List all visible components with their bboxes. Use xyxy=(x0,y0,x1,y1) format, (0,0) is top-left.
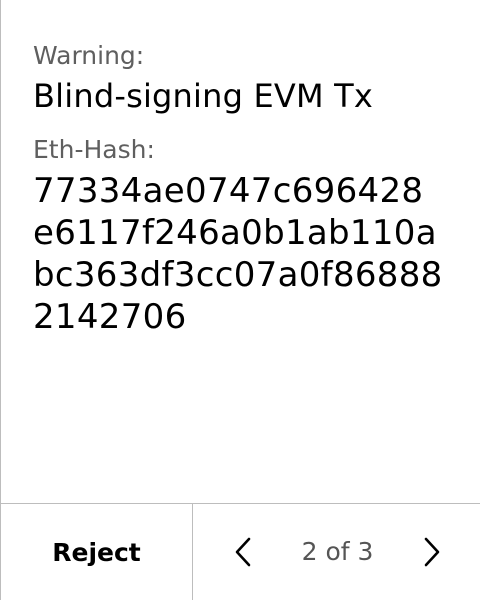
pagination: 2 of 3 xyxy=(193,504,480,600)
reject-button[interactable]: Reject xyxy=(1,504,193,600)
hash-value: 77334ae0747c696428e6117f246a0b1ab110abc3… xyxy=(33,171,443,337)
chevron-left-icon xyxy=(235,537,251,567)
review-screen: Warning: Blind-signing EVM Tx Eth-Hash: … xyxy=(0,0,480,600)
page-indicator: 2 of 3 xyxy=(301,537,374,566)
hash-label: Eth-Hash: xyxy=(33,135,155,164)
content-area: Warning: Blind-signing EVM Tx Eth-Hash: … xyxy=(33,40,460,338)
footer-bar: Reject 2 of 3 xyxy=(1,503,480,600)
next-page-button[interactable] xyxy=(418,532,446,572)
previous-page-button[interactable] xyxy=(229,532,257,572)
warning-label: Warning: xyxy=(33,41,145,70)
warning-value: Blind-signing EVM Tx xyxy=(33,77,374,115)
chevron-right-icon xyxy=(424,537,440,567)
